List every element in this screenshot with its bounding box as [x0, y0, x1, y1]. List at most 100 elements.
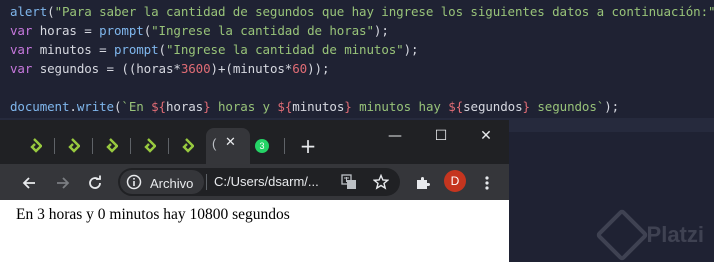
menu-button[interactable] [478, 172, 496, 194]
toolbar: Archivo C:/Users/dsarm/... D [0, 164, 509, 200]
code-line: var minutos = prompt("Ingrese la cantida… [10, 40, 419, 59]
code-token: ${ [277, 99, 293, 114]
star-icon [373, 174, 389, 190]
minimize-button[interactable]: — [372, 122, 418, 150]
omnibox-separator [206, 174, 207, 190]
browser-window: ( ✕ 3 + — ☐ ✕ Archivo C:/Users/dsarm/... [0, 120, 509, 262]
reload-button[interactable] [84, 172, 106, 194]
code-token: alert [10, 4, 48, 19]
translate-button[interactable] [340, 173, 358, 191]
page-content: En 3 horas y 0 minutos hay 10800 segundo… [0, 200, 509, 262]
archivo-label: Archivo [150, 176, 194, 191]
back-arrow-icon [22, 177, 35, 189]
code-token: = [99, 42, 114, 57]
tab-platzi-4[interactable] [132, 132, 164, 160]
forward-arrow-icon [57, 177, 70, 189]
tab-active[interactable]: ( ✕ [206, 128, 250, 164]
code-token: horas [165, 99, 204, 114]
code-token: . [69, 99, 77, 114]
platzi-icon [68, 138, 80, 153]
platzi-icon [106, 138, 118, 153]
code-token: 3600 [180, 61, 211, 76]
platzi-watermark: Platzi [594, 208, 704, 262]
site-info-chip[interactable]: Archivo [120, 170, 204, 194]
tab-platzi-1[interactable] [18, 132, 50, 160]
code-token: * [173, 61, 181, 76]
bookmark-star-button[interactable] [372, 173, 390, 191]
url-text[interactable]: C:/Users/dsarm/... [214, 168, 319, 196]
code-token: horas y [210, 99, 278, 114]
code-token: segundos` [529, 99, 605, 114]
code-token: ${ [448, 99, 464, 114]
platzi-icon [182, 138, 194, 153]
code-line: document.write(`En ${horas} horas y ${mi… [10, 97, 619, 116]
code-token: } [522, 99, 531, 114]
tab-strip: ( ✕ 3 + — ☐ ✕ [0, 120, 509, 164]
forward-button[interactable] [52, 172, 74, 194]
close-tab-icon[interactable]: ✕ [225, 135, 236, 150]
tab-separator [168, 138, 169, 154]
code-token: var [10, 61, 33, 76]
watermark-text: Platzi [646, 222, 704, 247]
reload-icon [89, 175, 101, 189]
active-tab-title: ( [212, 136, 217, 151]
code-token: ); [604, 99, 620, 114]
code-token: } [203, 99, 211, 114]
platzi-logo-icon [594, 208, 649, 262]
code-token: "Para saber la cantidad de segundos que … [54, 4, 714, 19]
code-token: var [10, 23, 33, 38]
code-line: var horas = prompt("Ingrese la cantidad … [10, 21, 389, 40]
code-token: segundos [463, 99, 523, 114]
tab-separator [130, 138, 131, 154]
code-line: var segundos = ((horas*3600)+(minutos*60… [10, 59, 329, 78]
code-token: minutos [292, 99, 345, 114]
code-token: )+( [210, 61, 233, 76]
code-token: write [76, 99, 114, 114]
close-window-button[interactable]: ✕ [463, 122, 509, 150]
code-token: prompt [113, 42, 159, 57]
code-token: ( [143, 23, 152, 38]
code-token: segundos [32, 61, 107, 76]
code-token: ( [158, 42, 167, 57]
code-token: horas [32, 23, 85, 38]
maximize-button[interactable]: ☐ [418, 122, 464, 150]
tab-separator [284, 138, 285, 154]
code-token: prompt [99, 23, 144, 38]
info-icon [126, 174, 142, 190]
tab-separator [54, 138, 55, 154]
platzi-icon [144, 138, 156, 153]
code-token: ( [47, 4, 55, 19]
code-token: } [344, 99, 352, 114]
platzi-icon [30, 138, 42, 153]
code-line: alert("Para saber la cantidad de segundo… [10, 2, 714, 21]
code-token: minutos hay [351, 99, 449, 114]
whatsapp-icon: 3 [255, 139, 269, 153]
back-button[interactable] [18, 172, 40, 194]
code-token: = [84, 23, 100, 38]
code-token: ${ [151, 99, 166, 114]
code-token: horas [136, 61, 174, 76]
code-token: minutos [32, 42, 100, 57]
extensions-button[interactable] [412, 172, 434, 194]
code-token: "Ingrese la cantidad de minutos" [165, 42, 404, 57]
code-token: 60 [292, 61, 308, 76]
new-tab-button[interactable]: + [292, 132, 324, 160]
code-token: = (( [106, 61, 137, 76]
omnibox[interactable]: Archivo C:/Users/dsarm/... [118, 168, 400, 196]
kebab-menu-icon [485, 176, 489, 190]
code-token: document [10, 99, 70, 114]
tab-platzi-2[interactable] [56, 132, 88, 160]
tab-platzi-3[interactable] [94, 132, 126, 160]
code-token: ); [403, 42, 419, 57]
code-token: minutos [232, 61, 285, 76]
puzzle-icon [417, 177, 430, 189]
profile-avatar[interactable]: D [444, 170, 466, 192]
tab-platzi-5[interactable] [170, 132, 202, 160]
code-token: "Ingrese la cantidad de horas" [151, 23, 374, 38]
tab-whatsapp[interactable]: 3 [246, 132, 278, 160]
page-output-text: En 3 horas y 0 minutos hay 10800 segundo… [16, 206, 290, 223]
code-token: )); [307, 61, 330, 76]
code-token: ); [373, 23, 389, 38]
code-token: var [10, 42, 33, 57]
code-token: `En [121, 99, 152, 114]
